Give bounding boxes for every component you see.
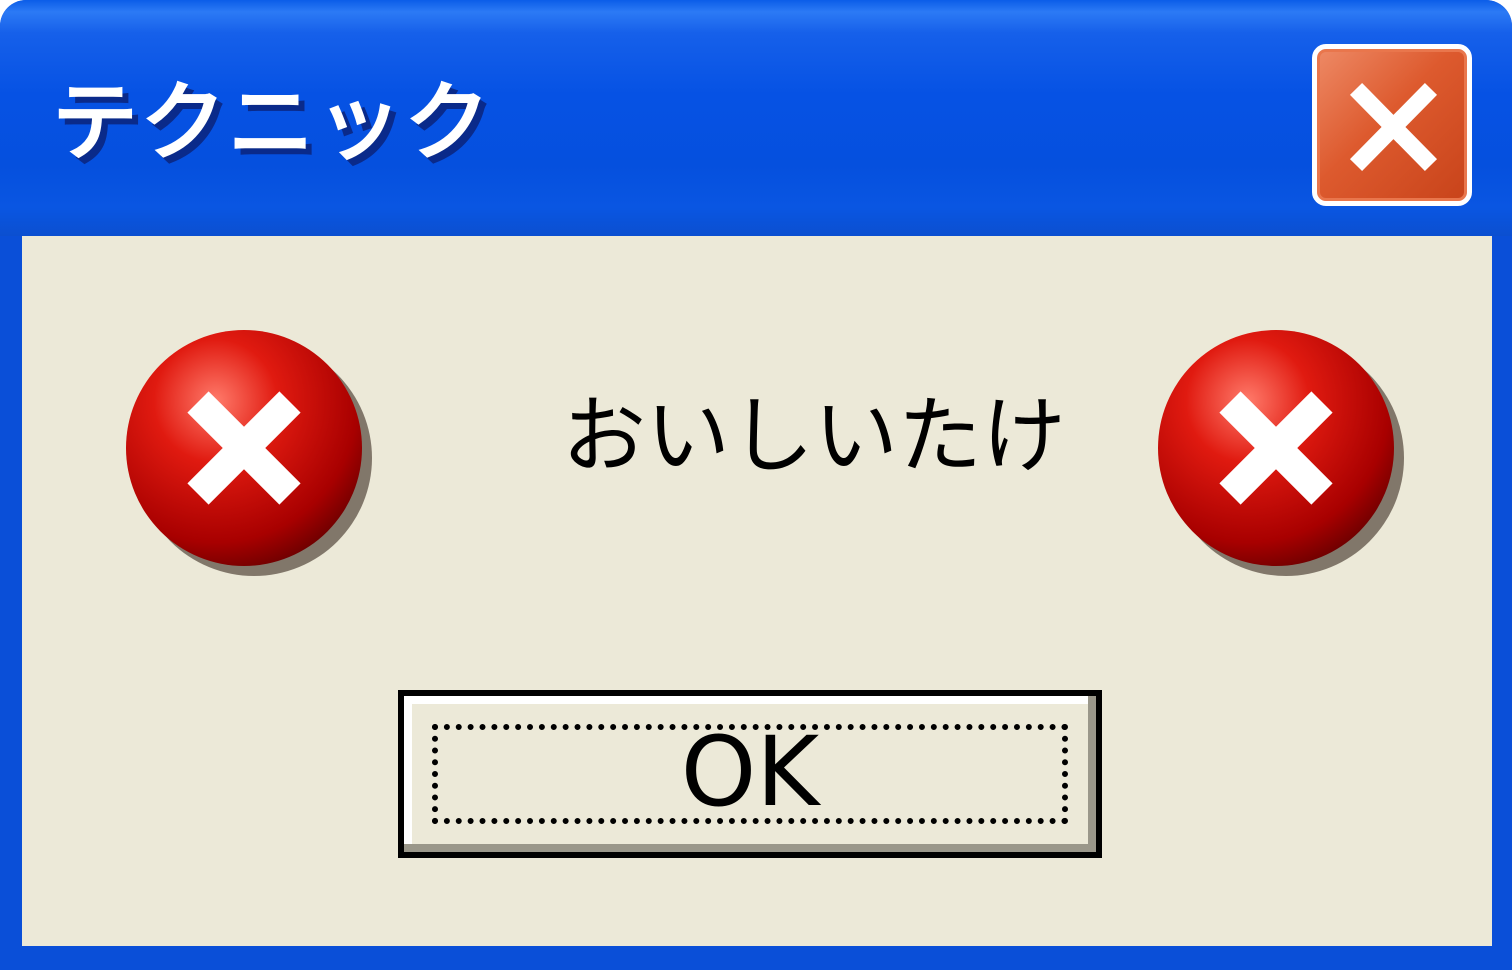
dialog-window: テクニック おいしいたけ OK <box>0 0 1512 970</box>
close-button[interactable] <box>1312 44 1472 206</box>
dialog-message: おいしいたけ <box>562 387 1067 485</box>
dialog-body: おいしいたけ OK <box>22 236 1492 946</box>
window-title: テクニック <box>52 73 492 173</box>
error-icon <box>1158 330 1404 576</box>
close-icon <box>1349 82 1438 172</box>
title-bar[interactable]: テクニック <box>0 0 1512 236</box>
error-icon <box>126 330 372 576</box>
ok-button[interactable]: OK <box>398 690 1102 858</box>
ok-button-label: OK <box>680 716 820 828</box>
